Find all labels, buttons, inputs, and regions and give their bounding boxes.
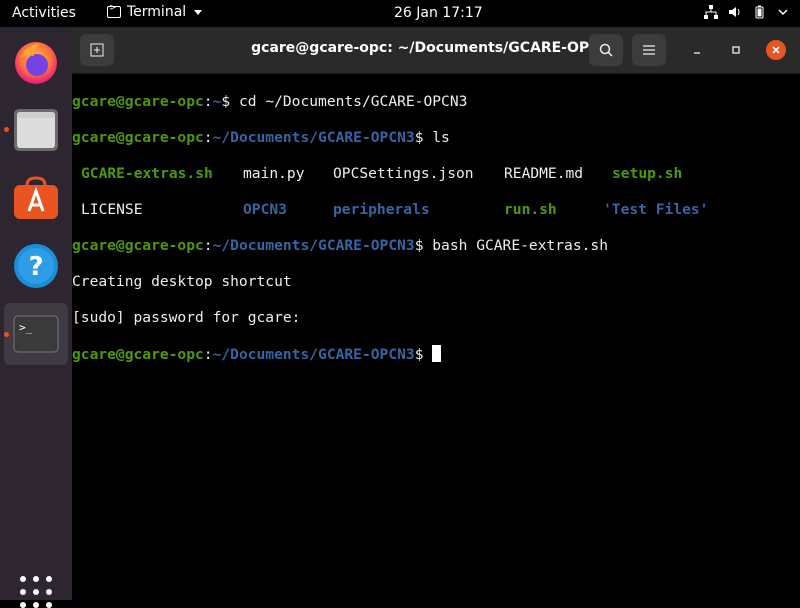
ls-entry: README.md — [504, 165, 584, 182]
app-menu-label: Terminal — [127, 4, 187, 20]
top-bar: Activities Terminal 26 Jan 17:17 — [0, 0, 800, 27]
terminal-output[interactable]: gcare@gcare-opc:~$ cd ~/Documents/GCARE-… — [72, 75, 800, 595]
activities-button[interactable]: Activities — [12, 5, 76, 21]
terminal-window: gcare@gcare-opc: ~/Documents/GCARE-OPCN3… — [72, 27, 800, 600]
ls-entry: LICENSE — [81, 201, 143, 218]
ls-entry: OPCN3 — [243, 201, 287, 218]
terminal-line: gcare@gcare-opc:~/Documents/GCARE-OPCN3$ — [72, 345, 800, 363]
terminal-icon — [107, 3, 121, 18]
dock-item-files[interactable] — [4, 99, 68, 161]
prompt-path: ~/Documents/GCARE-OPCN3 — [212, 237, 415, 254]
terminal-line: gcare@gcare-opc:~/Documents/GCARE-OPCN3$… — [72, 237, 608, 254]
close-icon — [772, 46, 780, 54]
minimize-button[interactable] — [687, 40, 707, 60]
maximize-icon — [732, 46, 740, 54]
ls-entry: setup.sh — [612, 165, 683, 182]
prompt-command: $ ls — [414, 129, 450, 146]
app-menu[interactable]: Terminal — [107, 3, 203, 20]
battery-icon[interactable] — [752, 5, 766, 19]
prompt-user: gcare@gcare-opc — [72, 346, 204, 363]
terminal-app-icon: >_ — [13, 315, 59, 353]
svg-text:>_: >_ — [19, 321, 33, 334]
chevron-down-icon — [194, 9, 203, 15]
maximize-button[interactable] — [726, 40, 746, 60]
hamburger-menu-icon — [643, 45, 655, 55]
svg-text:?: ? — [28, 252, 43, 282]
ls-entry: run.sh — [504, 201, 557, 218]
ls-row: GCARE-extras.sh main.py OPCSettings.json RE… — [72, 165, 800, 183]
minimize-icon — [694, 52, 700, 54]
output-line: [sudo] password for gcare: — [72, 309, 301, 326]
text-cursor — [432, 345, 442, 362]
ls-row: LICENSE OPCN3 peripherals run.sh 'Test Files… — [72, 201, 800, 219]
ls-entry: 'Test Files' — [603, 201, 709, 218]
software-store-icon — [14, 176, 58, 219]
clock[interactable]: 26 Jan 17:17 — [394, 5, 483, 21]
prompt-user: gcare@gcare-opc — [72, 237, 204, 254]
dock-item-terminal[interactable]: >_ — [4, 303, 68, 365]
terminal-line: gcare@gcare-opc:~/Documents/GCARE-OPCN3$… — [72, 129, 450, 146]
show-applications-icon[interactable] — [20, 576, 52, 608]
prompt-user: gcare@gcare-opc — [72, 93, 204, 110]
prompt-command: $ — [414, 346, 433, 363]
terminal-line: gcare@gcare-opc:~$ cd ~/Documents/GCARE-… — [72, 93, 468, 110]
window-header[interactable]: gcare@gcare-opc: ~/Documents/GCARE-OPCN3 — [72, 27, 800, 74]
files-icon — [14, 109, 58, 151]
output-line: Creating desktop shortcut — [72, 273, 292, 290]
prompt-path: ~/Documents/GCARE-OPCN3 — [212, 346, 415, 363]
ls-entry: OPCSettings.json — [333, 165, 474, 182]
prompt-path: ~/Documents/GCARE-OPCN3 — [212, 129, 415, 146]
ls-entry: main.py — [243, 165, 305, 182]
firefox-icon — [15, 42, 57, 84]
dock-item-firefox[interactable] — [4, 31, 68, 93]
prompt-user: gcare@gcare-opc — [72, 129, 204, 146]
help-icon: ? — [14, 244, 58, 288]
close-button[interactable] — [766, 40, 786, 60]
prompt-command: $ bash GCARE-extras.sh — [414, 237, 608, 254]
ls-entry: peripherals — [333, 201, 430, 218]
dock-item-ubuntu-software[interactable] — [4, 167, 68, 229]
ls-entry: GCARE-extras.sh — [81, 165, 213, 182]
search-icon — [599, 43, 613, 57]
search-button[interactable] — [589, 34, 623, 66]
dock: ? >_ — [0, 27, 72, 608]
dock-item-help[interactable]: ? — [4, 235, 68, 297]
volume-icon[interactable] — [728, 5, 742, 19]
power-menu-icon[interactable] — [776, 5, 790, 19]
running-indicator — [4, 332, 9, 337]
network-icon[interactable] — [704, 5, 718, 19]
prompt-command: $ cd ~/Documents/GCARE-OPCN3 — [221, 93, 468, 110]
menu-button[interactable] — [632, 34, 666, 66]
system-tray[interactable] — [704, 5, 790, 19]
